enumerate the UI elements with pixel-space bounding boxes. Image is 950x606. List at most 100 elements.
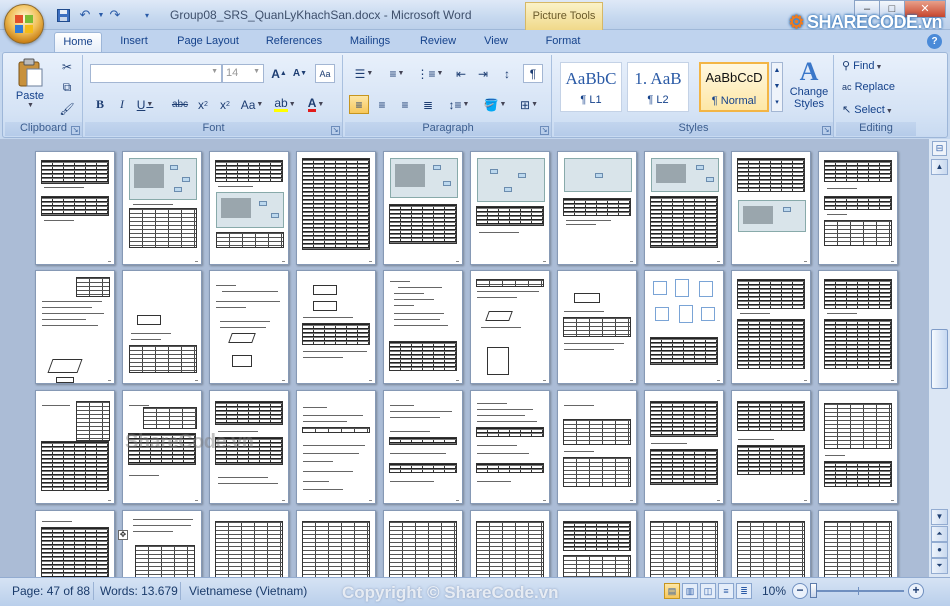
decrease-indent-icon[interactable]: ⇤ bbox=[451, 64, 471, 83]
subscript-icon[interactable]: x2 bbox=[193, 95, 213, 114]
page-thumbnail[interactable] bbox=[470, 510, 550, 577]
page-thumbnail[interactable] bbox=[383, 151, 463, 265]
word-count[interactable]: Words: 13.679 bbox=[100, 584, 178, 598]
page-thumbnail[interactable] bbox=[296, 270, 376, 384]
gallery-down-icon[interactable]: ▼ bbox=[772, 79, 782, 95]
page-thumbnail[interactable] bbox=[644, 390, 724, 504]
tab-mailings[interactable]: Mailings bbox=[341, 32, 399, 52]
shrink-font-icon[interactable]: A ▼ bbox=[290, 64, 310, 83]
page-thumbnail[interactable] bbox=[731, 510, 811, 577]
style-l1[interactable]: AaBbC ¶ L1 bbox=[560, 62, 622, 112]
numbering-icon[interactable]: ≡ ▼ bbox=[382, 64, 412, 83]
highlight-color-icon[interactable]: ab ▼ bbox=[272, 95, 298, 114]
cut-icon[interactable]: ✂ bbox=[57, 57, 77, 76]
paragraph-launcher-icon[interactable]: ↘ bbox=[540, 126, 549, 135]
style-normal[interactable]: AaBbCcD ¶ Normal bbox=[699, 62, 769, 112]
tab-references[interactable]: References bbox=[259, 32, 329, 52]
page-thumbnail[interactable] bbox=[470, 270, 550, 384]
page-thumbnail[interactable] bbox=[731, 270, 811, 384]
tab-view[interactable]: View bbox=[475, 32, 517, 52]
web-layout-icon[interactable]: ◫ bbox=[700, 583, 716, 599]
align-left-icon[interactable]: ≡ bbox=[349, 95, 369, 114]
zoom-out-icon[interactable]: − bbox=[792, 583, 808, 599]
copy-icon[interactable]: ⧉ bbox=[57, 78, 77, 97]
tab-home[interactable]: Home bbox=[54, 32, 102, 52]
page-thumbnail[interactable] bbox=[35, 510, 115, 577]
page-thumbnail[interactable] bbox=[644, 510, 724, 577]
font-name-dropdown-icon[interactable]: ▼ bbox=[211, 68, 218, 75]
page-thumbnail[interactable] bbox=[383, 390, 463, 504]
clear-formatting-icon[interactable]: Aa bbox=[315, 64, 335, 83]
outline-view-icon[interactable]: ≡ bbox=[718, 583, 734, 599]
page-thumbnail[interactable] bbox=[557, 510, 637, 577]
increase-indent-icon[interactable]: ⇥ bbox=[473, 64, 493, 83]
underline-icon[interactable]: U ▼ bbox=[135, 95, 155, 114]
full-screen-reading-icon[interactable]: ▥ bbox=[682, 583, 698, 599]
strikethrough-icon[interactable]: abc bbox=[170, 95, 190, 114]
align-right-icon[interactable]: ≡ bbox=[395, 95, 415, 114]
save-icon[interactable] bbox=[54, 6, 72, 24]
zoom-slider-thumb[interactable] bbox=[810, 583, 817, 598]
replace-button[interactable]: ac Replace bbox=[842, 81, 895, 99]
clipboard-launcher-icon[interactable]: ↘ bbox=[71, 126, 80, 135]
page-thumbnail[interactable] bbox=[644, 151, 724, 265]
page-thumbnail[interactable] bbox=[122, 270, 202, 384]
borders-icon[interactable]: ⊞ ▼ bbox=[515, 95, 543, 114]
language-indicator[interactable]: Vietnamese (Vietnam) bbox=[189, 584, 307, 598]
find-button[interactable]: ⚲ Find▼ bbox=[842, 59, 882, 77]
page-thumbnail[interactable] bbox=[557, 151, 637, 265]
bullets-icon[interactable]: ☰ ▼ bbox=[349, 64, 379, 83]
tab-insert[interactable]: Insert bbox=[111, 32, 157, 52]
styles-gallery-scroll[interactable]: ▲ ▼ ▾ bbox=[771, 62, 783, 112]
multilevel-list-icon[interactable]: ⋮≡ ▼ bbox=[415, 64, 445, 83]
browse-object-icon[interactable]: ● bbox=[931, 542, 948, 558]
styles-launcher-icon[interactable]: ↘ bbox=[822, 126, 831, 135]
page-thumbnail[interactable] bbox=[557, 270, 637, 384]
page-thumbnail[interactable] bbox=[35, 390, 115, 504]
font-color-icon[interactable]: A ▼ bbox=[303, 95, 329, 114]
page-thumbnail[interactable] bbox=[731, 390, 811, 504]
page-thumbnail[interactable] bbox=[122, 510, 202, 577]
draft-view-icon[interactable]: ≣ bbox=[736, 583, 752, 599]
page-thumbnail[interactable] bbox=[122, 151, 202, 265]
office-button[interactable] bbox=[4, 4, 44, 44]
scroll-up-icon[interactable]: ▲ bbox=[931, 159, 948, 175]
page-thumbnail[interactable] bbox=[35, 151, 115, 265]
scroll-thumb[interactable] bbox=[931, 329, 948, 389]
table-move-handle-icon[interactable]: ✥ bbox=[118, 530, 128, 540]
gallery-up-icon[interactable]: ▲ bbox=[772, 63, 782, 79]
tab-review[interactable]: Review bbox=[412, 32, 464, 52]
redo-icon[interactable]: ↷ bbox=[106, 6, 124, 24]
justify-icon[interactable]: ≣ bbox=[418, 95, 438, 114]
page-thumbnail[interactable] bbox=[383, 270, 463, 384]
zoom-slider[interactable] bbox=[816, 590, 904, 592]
print-layout-icon[interactable]: ▤ bbox=[664, 583, 680, 599]
page-thumbnail[interactable] bbox=[296, 510, 376, 577]
format-painter-icon[interactable]: 🖌 bbox=[57, 99, 77, 118]
gallery-more-icon[interactable]: ▾ bbox=[772, 95, 782, 111]
font-size-dropdown-icon[interactable]: ▼ bbox=[253, 68, 260, 75]
page-thumbnail[interactable] bbox=[818, 510, 898, 577]
customize-qat-icon[interactable]: ▾ bbox=[138, 6, 156, 24]
superscript-icon[interactable]: x2 bbox=[215, 95, 235, 114]
page-thumbnail[interactable] bbox=[296, 390, 376, 504]
font-size-box[interactable]: 14 ▼ bbox=[222, 64, 264, 83]
view-ruler-icon[interactable]: ⊟ bbox=[932, 141, 947, 156]
page-thumbnail[interactable] bbox=[209, 270, 289, 384]
font-name-box[interactable]: ▼ bbox=[90, 64, 222, 83]
next-page-icon[interactable]: ⏷ bbox=[931, 558, 948, 574]
zoom-in-icon[interactable]: + bbox=[908, 583, 924, 599]
page-thumbnail[interactable] bbox=[644, 270, 724, 384]
page-thumbnail[interactable] bbox=[383, 510, 463, 577]
previous-page-icon[interactable]: ⏶ bbox=[931, 526, 948, 542]
style-l2[interactable]: 1. AaB ¶ L2 bbox=[627, 62, 689, 112]
scroll-down-icon[interactable]: ▼ bbox=[931, 509, 948, 525]
page-thumbnail[interactable] bbox=[557, 390, 637, 504]
shading-icon[interactable]: 🪣 ▼ bbox=[481, 95, 509, 114]
page-thumbnail[interactable] bbox=[818, 151, 898, 265]
bold-icon[interactable]: B bbox=[90, 95, 110, 114]
grow-font-icon[interactable]: A ▲ bbox=[269, 64, 289, 83]
paste-button[interactable]: Paste ▼ bbox=[13, 58, 47, 112]
zoom-level[interactable]: 10% bbox=[762, 584, 786, 598]
change-case-icon[interactable]: Aa ▼ bbox=[238, 95, 266, 114]
